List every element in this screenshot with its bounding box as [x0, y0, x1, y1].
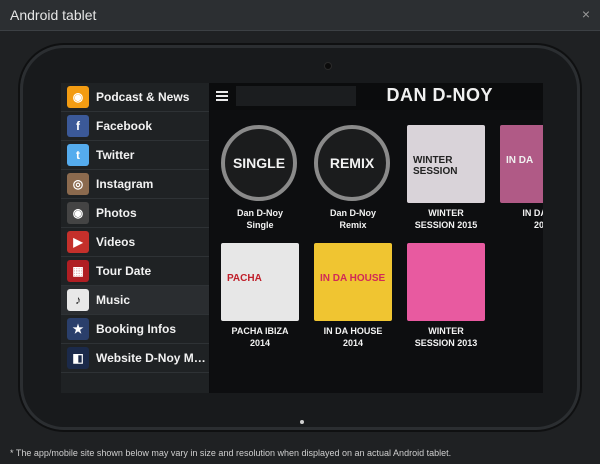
album-cover — [407, 243, 485, 321]
album-cover: WINTER SESSION — [407, 125, 485, 203]
sidebar-item-label: Music — [96, 293, 131, 307]
sidebar-item-facebook[interactable]: f Facebook — [61, 112, 209, 141]
youtube-icon: ▶ — [67, 231, 89, 253]
sidebar-item-booking-infos[interactable]: ★ Booking Infos — [61, 315, 209, 344]
music-icon: ♪ — [67, 289, 89, 311]
sidebar-item-videos[interactable]: ▶ Videos — [61, 228, 209, 257]
tablet-screen: ◉ Podcast & News f Facebook t Twitter ◎ … — [61, 83, 543, 393]
tile-label: IN DA H 20 — [522, 208, 543, 230]
album-cover-text: PACHA — [227, 273, 262, 284]
tile-label: WINTER SESSION 2013 — [414, 326, 478, 348]
sidebar-item-tour-date[interactable]: ▦ Tour Date — [61, 257, 209, 286]
sidebar-item-label: Booking Infos — [96, 322, 176, 336]
sidebar-item-label: Photos — [96, 206, 137, 220]
sidebar-item-website[interactable]: ◧ Website D-Noy Mu... — [61, 344, 209, 373]
sidebar-item-instagram[interactable]: ◎ Instagram — [61, 170, 209, 199]
album-cover-text: WINTER SESSION — [413, 155, 458, 177]
camera-icon: ◉ — [67, 202, 89, 224]
sidebar-item-label: Twitter — [96, 148, 135, 162]
tile-pacha-ibiza-2014[interactable]: PACHA PACHA IBIZA 2014 — [221, 243, 299, 348]
booking-icon: ★ — [67, 318, 89, 340]
calendar-icon: ▦ — [67, 260, 89, 282]
tile-in-da-house-2014[interactable]: IN DA HOUSE IN DA HOUSE 2014 — [314, 243, 392, 348]
album-cover: IN DA HOUSE — [314, 243, 392, 321]
sidebar-item-podcast-news[interactable]: ◉ Podcast & News — [61, 83, 209, 112]
rss-icon: ◉ — [67, 86, 89, 108]
hamburger-menu-icon[interactable] — [216, 91, 228, 101]
tile-winter-session-2015[interactable]: WINTER SESSION WINTER SESSION 2015 — [407, 125, 485, 230]
album-cover: IN DA — [500, 125, 543, 203]
footnote: * The app/mobile site shown below may va… — [10, 448, 452, 458]
website-icon: ◧ — [67, 347, 89, 369]
sidebar: ◉ Podcast & News f Facebook t Twitter ◎ … — [61, 83, 210, 393]
sidebar-item-photos[interactable]: ◉ Photos — [61, 199, 209, 228]
home-indicator[interactable] — [300, 420, 304, 424]
tile-in-da-house-2015[interactable]: IN DA IN DA H 20 — [500, 125, 543, 230]
remix-badge: REMIX — [314, 125, 390, 201]
tile-remix[interactable]: REMIX Dan D-Noy Remix — [314, 125, 392, 230]
facebook-icon: f — [67, 115, 89, 137]
window-title: Android tablet — [10, 7, 97, 23]
album-cover-text: IN DA — [506, 155, 534, 166]
tile-single[interactable]: SINGLE Dan D-Noy Single — [221, 125, 299, 230]
single-badge: SINGLE — [221, 125, 297, 201]
sidebar-item-twitter[interactable]: t Twitter — [61, 141, 209, 170]
window: Android tablet × ◉ Podcast & News f Face… — [0, 0, 600, 464]
sidebar-item-label: Tour Date — [96, 264, 152, 278]
instagram-icon: ◎ — [67, 173, 89, 195]
album-cover: PACHA — [221, 243, 299, 321]
sidebar-item-label: Instagram — [96, 177, 154, 191]
sidebar-item-label: Facebook — [96, 119, 153, 133]
brand-logo: DAN D-NOY — [386, 85, 493, 105]
sidebar-item-music[interactable]: ♪ Music — [61, 286, 209, 315]
tile-winter-session-2013[interactable]: WINTER SESSION 2013 — [407, 243, 485, 348]
sidebar-item-label: Videos — [96, 235, 136, 249]
camera-icon — [325, 63, 331, 69]
twitter-icon: t — [67, 144, 89, 166]
title-bar: Android tablet × — [0, 0, 600, 31]
app-topbar: DAN D-NOY — [210, 83, 543, 110]
sidebar-item-label: Website D-Noy Mu... — [96, 351, 208, 365]
close-icon[interactable]: × — [582, 6, 590, 22]
album-cover-text: IN DA HOUSE — [320, 273, 386, 284]
search-field[interactable] — [236, 86, 356, 106]
sidebar-item-label: Podcast & News — [96, 90, 190, 104]
